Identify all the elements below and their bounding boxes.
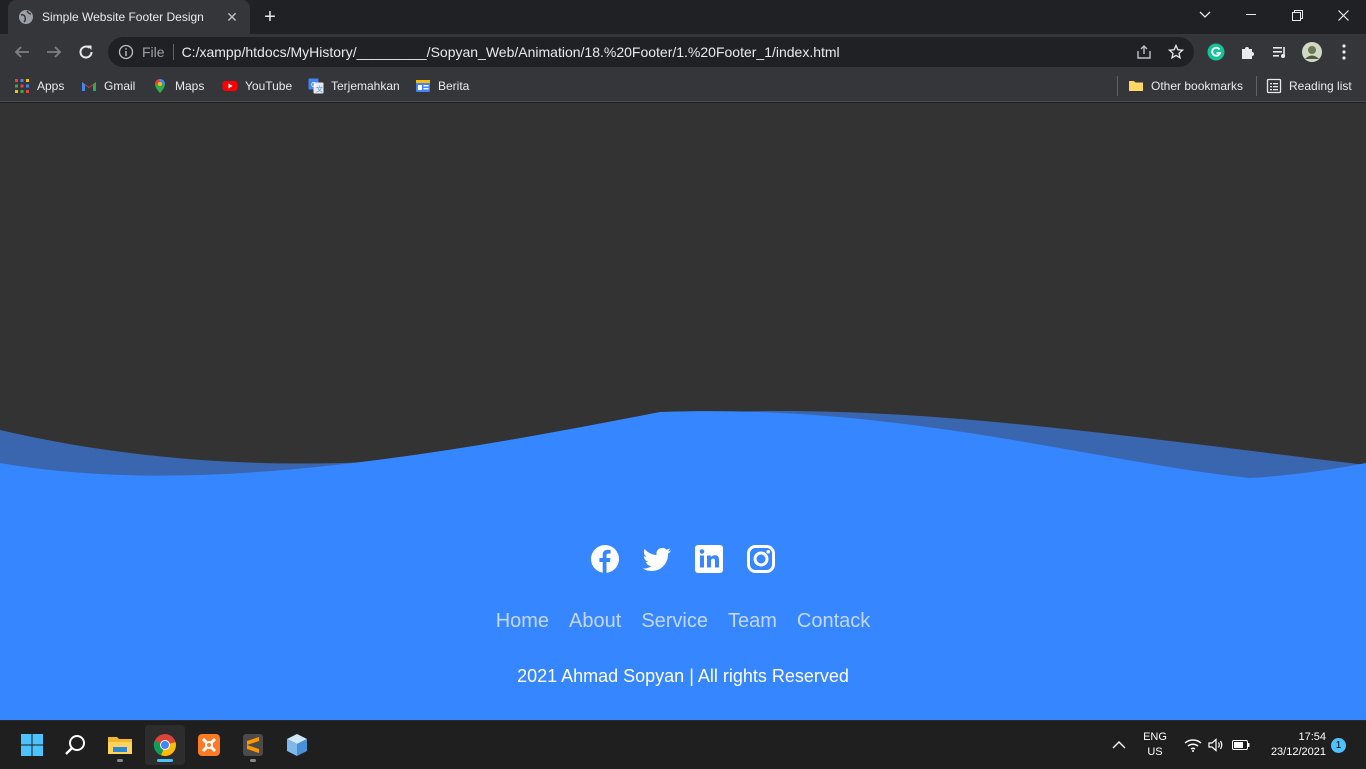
svg-text:文: 文 <box>316 85 323 94</box>
other-bookmarks-label: Other bookmarks <box>1151 79 1244 93</box>
reading-list-label: Reading list <box>1289 79 1352 93</box>
bookmarks-divider <box>1256 76 1257 96</box>
footer-link-about[interactable]: About <box>569 610 621 633</box>
running-indicator <box>250 759 256 762</box>
url-text[interactable]: C:/xampp/htdocs/MyHistory/_________/Sopy… <box>182 44 840 60</box>
new-tab-button[interactable]: + <box>258 5 282 29</box>
running-indicator <box>157 759 173 762</box>
bookmark-terjemahkan[interactable]: G文 Terjemahkan <box>308 76 400 96</box>
globe-icon <box>19 10 33 24</box>
tab-strip: Simple Website Footer Design ✕ + <box>0 0 1366 34</box>
bookmark-label: Terjemahkan <box>331 79 400 93</box>
clock-time: 17:54 <box>1298 731 1326 743</box>
back-icon[interactable] <box>10 40 34 64</box>
share-icon[interactable] <box>1136 44 1152 60</box>
notification-badge[interactable]: 1 <box>1331 738 1346 753</box>
tab-close-icon[interactable]: ✕ <box>224 9 240 26</box>
restore-icon[interactable] <box>1274 0 1320 30</box>
grammarly-icon[interactable] <box>1206 42 1226 62</box>
other-bookmarks[interactable]: Other bookmarks <box>1128 76 1243 96</box>
battery-icon[interactable] <box>1232 721 1250 769</box>
url-scheme: File <box>142 44 165 60</box>
wifi-icon[interactable] <box>1184 721 1202 769</box>
copyright-text: 2021 Ahmad Sopyan | All rights Reserved <box>517 666 849 686</box>
extensions-icon[interactable] <box>1238 42 1258 62</box>
bookmark-apps[interactable]: Apps <box>14 76 64 96</box>
bookmark-gmail[interactable]: Gmail <box>81 76 135 96</box>
footer-link-home[interactable]: Home <box>496 610 549 633</box>
xampp-icon[interactable] <box>189 725 229 765</box>
bookmark-berita[interactable]: Berita <box>415 76 469 96</box>
bookmark-star-icon[interactable] <box>1168 44 1184 60</box>
bookmarks-bar: Apps Gmail Maps YouTube G文 Terjemahkan B… <box>0 70 1366 102</box>
bookmarks-divider <box>1117 76 1118 96</box>
instagram-icon[interactable] <box>745 543 777 575</box>
bookmark-label: Maps <box>175 79 205 93</box>
forward-icon[interactable] <box>42 40 66 64</box>
youtube-icon <box>222 81 238 91</box>
reading-list-icon <box>1266 78 1282 94</box>
minimize-icon[interactable] <box>1228 0 1274 30</box>
social-links <box>0 543 1366 575</box>
page-viewport: Home About Service Team Contack 2021 Ahm… <box>0 103 1366 720</box>
close-window-icon[interactable] <box>1320 0 1366 30</box>
input-language[interactable]: ENG US <box>1140 730 1170 760</box>
bookmark-label: Apps <box>37 79 65 93</box>
footer-link-team[interactable]: Team <box>728 610 777 633</box>
language-code: ENG <box>1143 731 1167 743</box>
running-indicator <box>117 759 123 762</box>
maps-icon <box>155 79 165 93</box>
clock-date: 23/12/2021 <box>1270 746 1326 758</box>
bookmark-label: Berita <box>438 79 470 93</box>
file-explorer-icon[interactable] <box>100 725 140 765</box>
show-hidden-icons[interactable] <box>1112 721 1126 769</box>
chrome-icon[interactable] <box>145 725 185 765</box>
facebook-icon[interactable] <box>589 543 621 575</box>
media-controls-icon[interactable] <box>1270 42 1290 62</box>
reload-icon[interactable] <box>74 40 98 64</box>
search-icon[interactable] <box>56 725 96 765</box>
sublime-text-icon[interactable] <box>233 725 273 765</box>
tab-title: Simple Website Footer Design <box>42 10 204 24</box>
volume-icon[interactable] <box>1208 721 1224 769</box>
tab-search-icon[interactable] <box>1182 0 1228 30</box>
address-bar[interactable]: File C:/xampp/htdocs/MyHistory/_________… <box>108 37 1194 67</box>
info-icon[interactable] <box>118 44 134 60</box>
windows-start-icon[interactable] <box>12 725 52 765</box>
bookmark-label: Gmail <box>104 79 136 93</box>
bookmark-label: YouTube <box>245 79 293 93</box>
region-code: US <box>1147 746 1163 758</box>
linkedin-icon[interactable] <box>693 543 725 575</box>
reading-list[interactable]: Reading list <box>1266 76 1352 96</box>
folder-icon <box>1129 81 1143 91</box>
omnibox-divider <box>172 44 174 60</box>
browser-tab[interactable]: Simple Website Footer Design ✕ <box>8 0 250 34</box>
system-clock[interactable]: 17:54 23/12/2021 <box>1262 730 1326 760</box>
profile-avatar[interactable] <box>1302 42 1322 62</box>
taskbar: ENG US 17:54 23/12/2021 1 <box>0 720 1366 768</box>
chrome-menu-icon[interactable] <box>1334 42 1354 62</box>
gmail-icon <box>82 82 96 91</box>
bookmark-maps[interactable]: Maps <box>152 76 204 96</box>
bookmark-youtube[interactable]: YouTube <box>222 76 292 96</box>
translate-icon: G文 <box>308 78 324 94</box>
twitter-icon[interactable] <box>641 543 673 575</box>
footer-link-service[interactable]: Service <box>641 610 708 633</box>
footer-menu: Home About Service Team Contack <box>0 610 1366 633</box>
news-icon <box>416 80 430 92</box>
footer-link-contact[interactable]: Contack <box>797 610 870 633</box>
apps-grid-icon <box>15 79 29 93</box>
browser-toolbar: File C:/xampp/htdocs/MyHistory/_________… <box>0 34 1366 70</box>
3d-box-icon[interactable] <box>277 725 317 765</box>
